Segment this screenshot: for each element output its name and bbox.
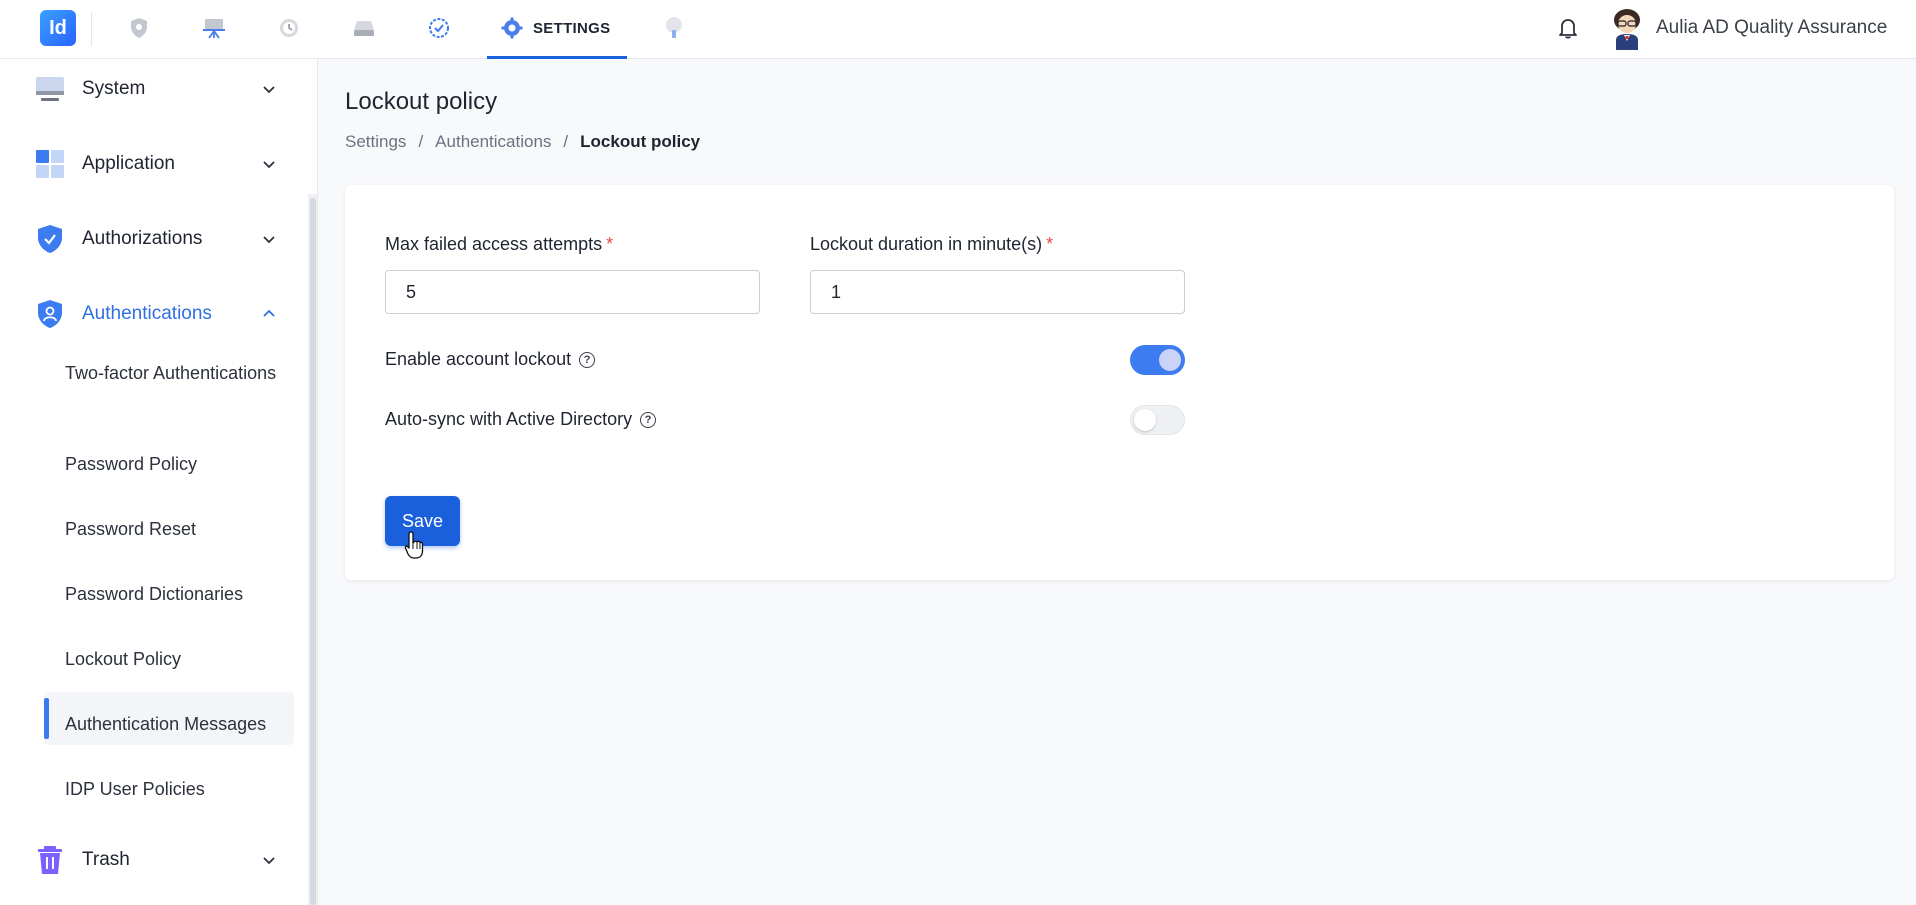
toggle-knob: [1159, 349, 1181, 371]
breadcrumb: Settings / Authentications / Lockout pol…: [345, 132, 700, 152]
breadcrumb-current: Lockout policy: [580, 132, 701, 151]
sidebar-subitem-two-factor[interactable]: Two-factor Authentications: [65, 361, 285, 386]
sidebar-item-label: Application: [82, 153, 175, 174]
page-title: Lockout policy: [345, 88, 498, 115]
sidebar-item-trash[interactable]: Trash: [0, 832, 300, 888]
drive-nav-icon[interactable]: [352, 16, 376, 40]
lockout-duration-input[interactable]: [810, 270, 1185, 314]
help-icon[interactable]: ?: [579, 351, 596, 368]
sidebar-subitem-password-reset[interactable]: Password Reset: [65, 517, 196, 542]
chevron-down-icon: [263, 236, 275, 244]
shield-user-icon: [38, 300, 62, 328]
breadcrumb-separator: /: [418, 132, 424, 151]
sidebar-subitem-password-policy[interactable]: Password Policy: [65, 452, 197, 477]
breadcrumb-separator: /: [563, 132, 569, 151]
sidebar-item-label: Trash: [82, 849, 130, 870]
autosync-label: Auto-sync with Active Directory: [385, 409, 633, 429]
toggle-knob: [1134, 409, 1156, 431]
chevron-down-icon: [263, 161, 275, 169]
sidebar-item-label: System: [82, 78, 146, 99]
sidebar-item-authorizations[interactable]: Authorizations: [0, 211, 300, 267]
divider: [91, 12, 92, 46]
autosync-toggle[interactable]: [1130, 405, 1185, 435]
required-mark: *: [1046, 234, 1054, 254]
trash-icon: [38, 846, 62, 874]
sidebar-item-application[interactable]: Application: [0, 136, 300, 192]
max-attempts-input[interactable]: [385, 270, 760, 314]
required-mark: *: [606, 234, 614, 254]
sidebar-subitem-idp-user-policies[interactable]: IDP User Policies: [65, 777, 205, 802]
history-nav-icon[interactable]: [277, 16, 301, 40]
sidebar-item-label: Authentications: [82, 303, 212, 324]
enable-lockout-row: Enable account lockout ?: [385, 349, 596, 370]
breadcrumb-settings[interactable]: Settings: [345, 132, 406, 152]
avatar[interactable]: [1608, 8, 1646, 50]
sidebar-subitem-lockout-policy[interactable]: Lockout Policy: [65, 647, 181, 672]
shield-check-icon: [38, 225, 62, 253]
hand-cursor-icon: [404, 531, 424, 559]
sidebar-subitem-authentication-messages[interactable]: Authentication Messages: [65, 712, 266, 737]
presentation-nav-icon[interactable]: [202, 16, 226, 40]
sidebar: System Application Authorizations Authen…: [0, 59, 318, 905]
lightbulb-nav-icon[interactable]: [662, 16, 686, 40]
sidebar-scrollbar-thumb[interactable]: [310, 198, 316, 905]
user-name[interactable]: Aulia AD Quality Assurance: [1656, 17, 1887, 39]
sidebar-item-authentications[interactable]: Authentications: [0, 286, 300, 342]
max-attempts-label: Max failed access attempts *: [385, 234, 614, 254]
app-logo[interactable]: Id: [40, 10, 76, 46]
grid-icon: [36, 150, 64, 178]
lockout-duration-label: Lockout duration in minute(s) *: [810, 234, 1054, 254]
chevron-up-icon: [263, 309, 275, 317]
sidebar-item-system[interactable]: System: [0, 61, 300, 117]
tab-settings-label: SETTINGS: [533, 19, 611, 37]
enable-lockout-toggle[interactable]: [1130, 345, 1185, 375]
tab-settings[interactable]: SETTINGS: [487, 0, 627, 59]
enable-lockout-label: Enable account lockout: [385, 349, 572, 369]
chevron-down-icon: [263, 857, 275, 865]
notification-bell-icon[interactable]: [1555, 15, 1581, 41]
sidebar-item-label: Authorizations: [82, 228, 203, 249]
shield-nav-icon[interactable]: [127, 16, 151, 40]
active-item-indicator: [44, 698, 49, 739]
chevron-down-icon: [263, 86, 275, 94]
check-badge-nav-icon[interactable]: [427, 16, 451, 40]
autosync-row: Auto-sync with Active Directory ?: [385, 409, 657, 430]
sidebar-subitem-password-dictionaries[interactable]: Password Dictionaries: [65, 582, 243, 607]
help-icon[interactable]: ?: [640, 411, 657, 428]
breadcrumb-authentications[interactable]: Authentications: [435, 132, 551, 152]
gear-icon: [501, 17, 523, 39]
monitor-icon: [36, 77, 64, 101]
top-navigation-bar: Id SETTINGS Aulia AD Quality Assurance: [0, 0, 1916, 59]
